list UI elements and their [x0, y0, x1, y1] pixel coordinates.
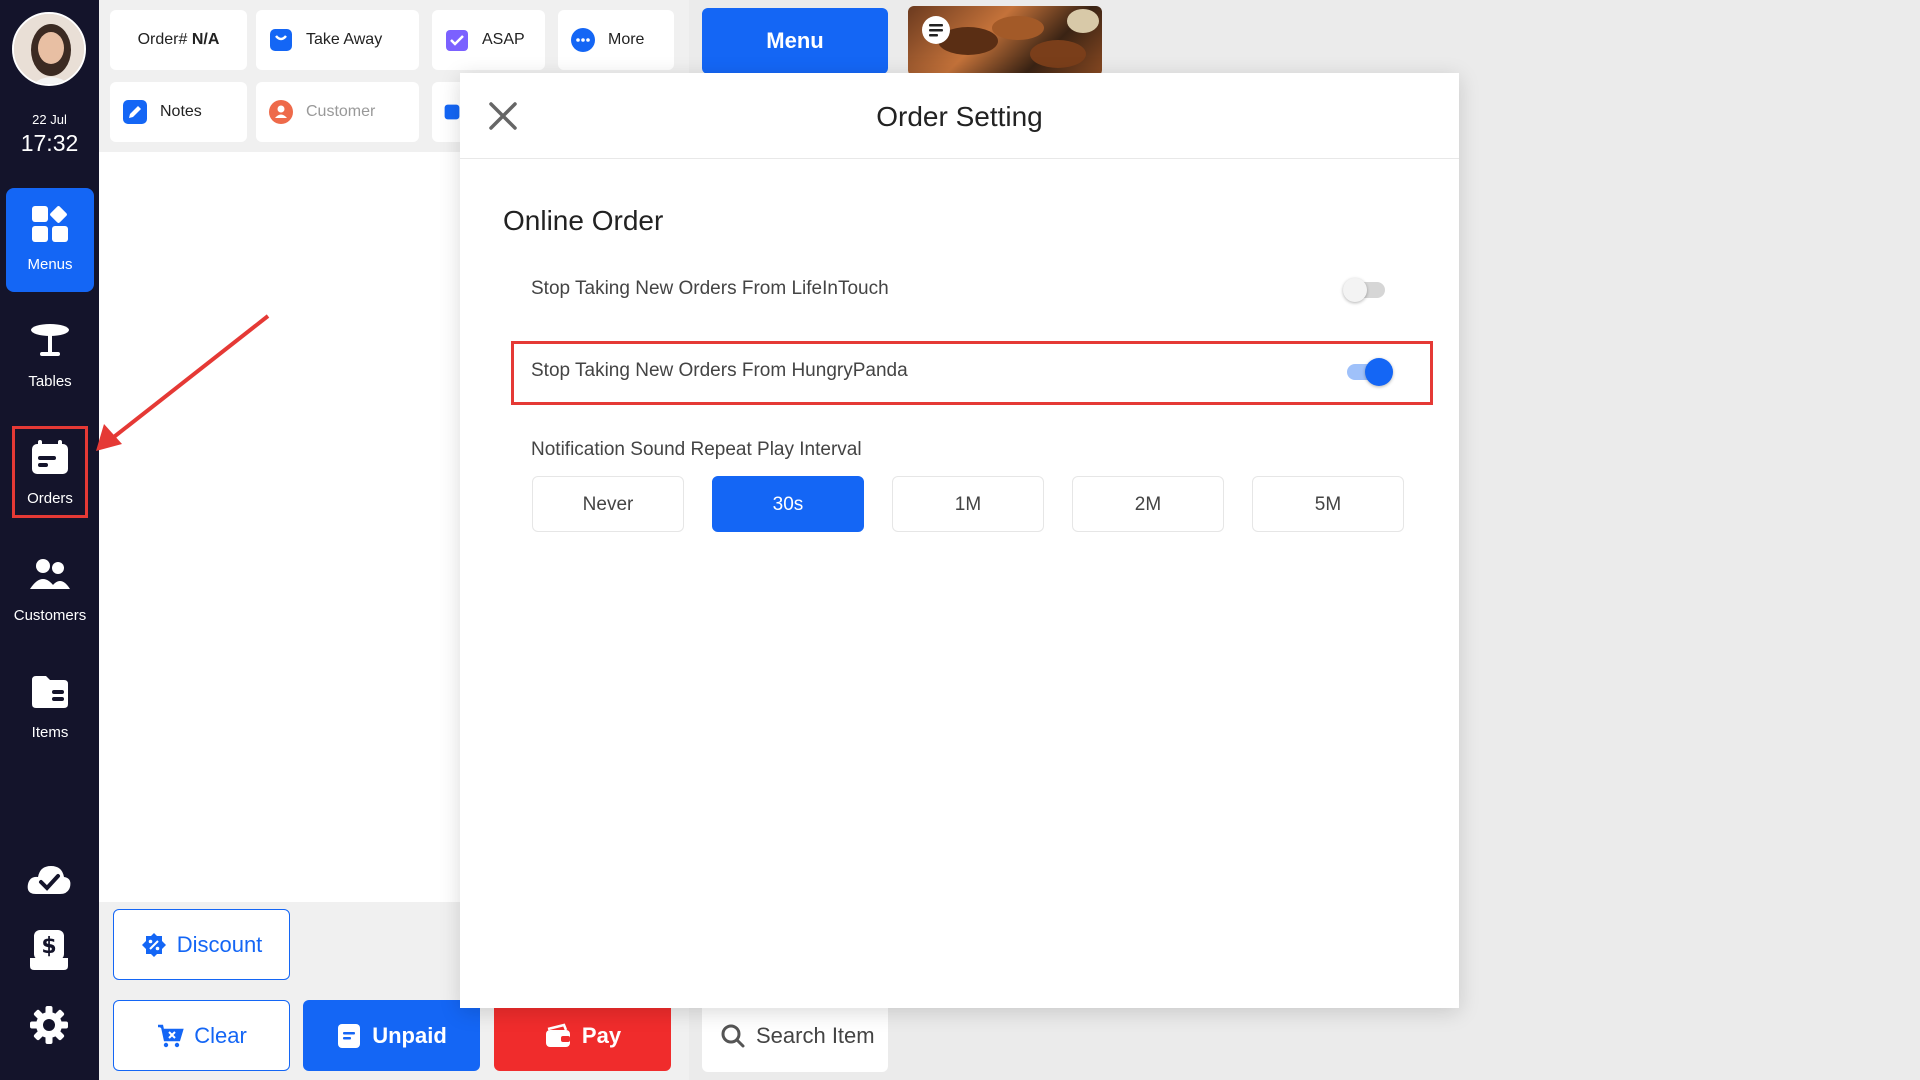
- more-icon: [571, 28, 595, 52]
- customer-chip[interactable]: Customer: [256, 82, 419, 142]
- gear-icon[interactable]: [26, 1005, 72, 1045]
- cart-clear-icon: [158, 1024, 184, 1047]
- order-number-prefix: Order#: [137, 31, 192, 48]
- lifeintouch-toggle[interactable]: [1343, 276, 1389, 302]
- order-number: N/A: [191, 31, 220, 48]
- unpaid-button[interactable]: Unpaid: [303, 1000, 480, 1071]
- interval-5m-button[interactable]: 5M: [1252, 476, 1404, 532]
- sidebar-item-label: Menus: [27, 256, 73, 273]
- sidebar-item-menus[interactable]: Menus: [6, 188, 94, 292]
- sidebar-item-customers[interactable]: Customers: [6, 539, 94, 643]
- sidebar: 22 Jul 17:32 Menus Tables Orders Custome…: [0, 0, 99, 1080]
- dialog-header: Order Setting: [460, 73, 1459, 159]
- items-icon: [32, 676, 68, 708]
- discount-badge-icon: [141, 932, 166, 957]
- sidebar-item-orders[interactable]: Orders: [6, 422, 94, 526]
- menu-button[interactable]: Menu: [702, 8, 888, 74]
- pay-label: Pay: [581, 1022, 622, 1048]
- calendar-check-icon: [446, 30, 468, 51]
- person-icon: [269, 100, 293, 124]
- asap-label: ASAP: [482, 31, 525, 48]
- dialog-title: Order Setting: [876, 101, 1043, 132]
- orders-icon: [32, 440, 68, 474]
- setting-row-lifeintouch: Stop Taking New Orders From LifeInTouch: [503, 260, 1419, 320]
- interval-2m-button[interactable]: 2M: [1072, 476, 1224, 532]
- discount-label: Discount: [176, 931, 263, 957]
- asap-chip[interactable]: ASAP: [432, 10, 545, 70]
- clear-button[interactable]: Clear: [113, 1000, 290, 1071]
- sidebar-item-label: Orders: [27, 490, 73, 507]
- menus-icon: [32, 206, 68, 242]
- annotation-arrow: [96, 314, 270, 451]
- customers-icon: [30, 559, 70, 589]
- notes-chip[interactable]: Notes: [110, 82, 247, 142]
- sidebar-item-label: Customers: [13, 607, 87, 624]
- date-label: 22 Jul: [32, 112, 67, 127]
- sidebar-item-items[interactable]: Items: [6, 656, 94, 760]
- more-label: More: [608, 31, 645, 48]
- customer-label: Customer: [306, 103, 376, 120]
- unpaid-label: Unpaid: [372, 1022, 447, 1048]
- cash-drawer-icon[interactable]: $: [26, 930, 72, 970]
- interval-1m-button[interactable]: 1M: [892, 476, 1044, 532]
- interval-30s-button[interactable]: 30s: [712, 476, 864, 532]
- section-title: Online Order: [503, 205, 664, 236]
- table-icon: [31, 324, 69, 356]
- contact-icon: [444, 104, 460, 120]
- pencil-icon: [123, 100, 147, 124]
- setting-label: Stop Taking New Orders From LifeInTouch: [531, 278, 889, 299]
- time-label: 17:32: [20, 130, 79, 156]
- more-chip[interactable]: More: [558, 10, 674, 70]
- clear-label: Clear: [194, 1022, 247, 1048]
- food-photo: [922, 9, 1099, 68]
- sidebar-item-tables[interactable]: Tables: [6, 305, 94, 409]
- setting-label: Stop Taking New Orders From HungryPanda: [531, 360, 908, 381]
- order-number-chip[interactable]: Order# N/A: [110, 10, 247, 70]
- interval-never-button[interactable]: Never: [532, 476, 684, 532]
- food-category-thumbnail[interactable]: [908, 6, 1102, 76]
- order-setting-dialog: Order Setting Online Order Stop Taking N…: [460, 73, 1459, 1008]
- hungrypanda-toggle[interactable]: [1343, 358, 1393, 386]
- search-placeholder: Search Item: [756, 1023, 875, 1048]
- setting-row-hungrypanda: Stop Taking New Orders From HungryPanda: [503, 342, 1419, 402]
- toggle-knob: [1365, 358, 1393, 386]
- svg-text:$: $: [41, 934, 56, 959]
- cloud-check-icon[interactable]: [26, 860, 72, 900]
- pay-button[interactable]: Pay: [494, 1000, 671, 1071]
- notes-label: Notes: [160, 103, 202, 120]
- toggle-knob: [1343, 278, 1367, 302]
- wallet-icon: [545, 1023, 570, 1047]
- bag-icon: [270, 29, 292, 51]
- avatar[interactable]: [12, 12, 86, 86]
- interval-label: Notification Sound Repeat Play Interval: [531, 439, 862, 460]
- take-away-chip[interactable]: Take Away: [256, 10, 419, 70]
- sidebar-item-label: Tables: [28, 373, 72, 390]
- search-item-box[interactable]: Search Item: [702, 1000, 888, 1072]
- take-away-label: Take Away: [306, 31, 383, 48]
- search-icon: [721, 1024, 745, 1048]
- discount-button[interactable]: Discount: [113, 909, 290, 980]
- sidebar-item-label: Items: [31, 724, 69, 741]
- document-icon: [338, 1023, 361, 1048]
